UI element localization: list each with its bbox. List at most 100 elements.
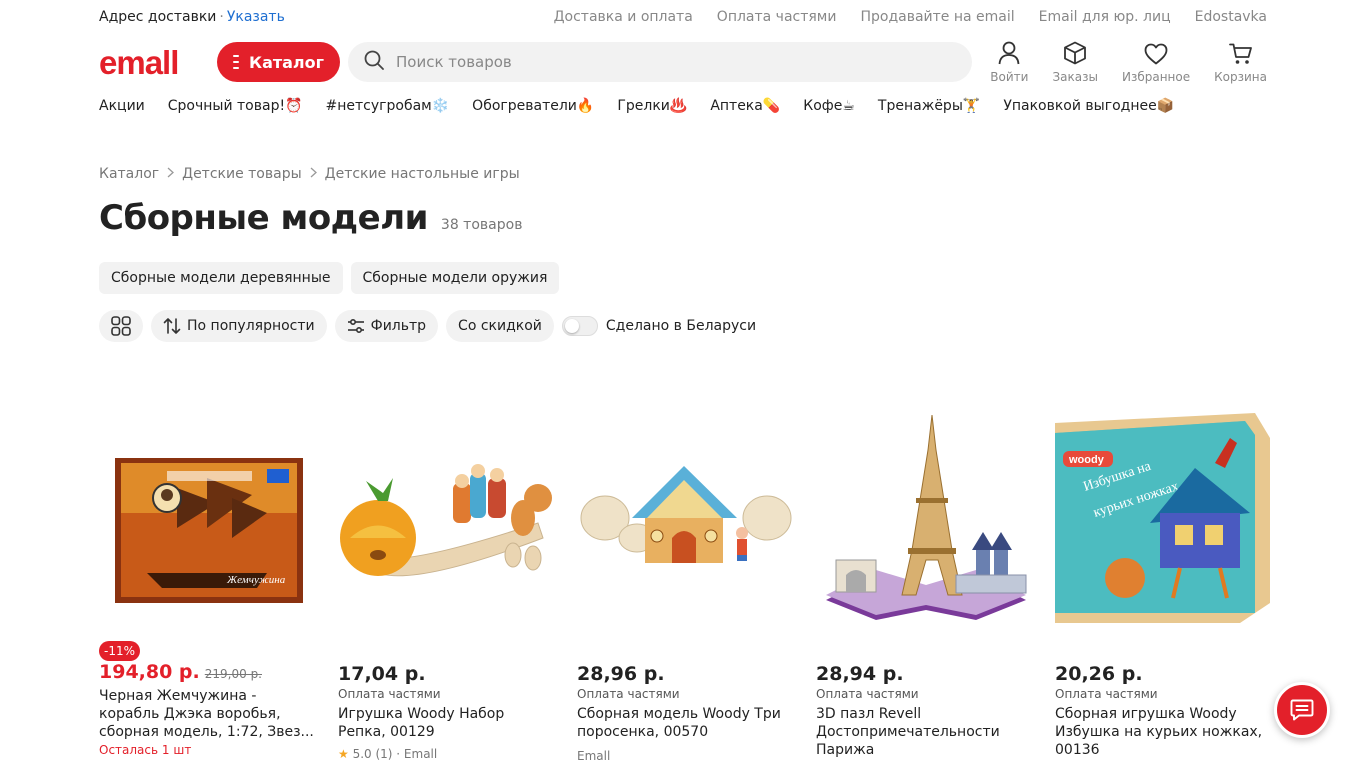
product-card[interactable]: 28,94 р. Оплата частями 3D пазл Revell Д… — [816, 410, 1031, 763]
favorites-label: Избранное — [1121, 69, 1191, 84]
product-image[interactable] — [338, 410, 553, 625]
price-row: 28,94 р. — [816, 663, 1031, 685]
sort-button[interactable]: По популярности — [151, 310, 327, 342]
breadcrumb-board-games[interactable]: Детские настольные игры — [325, 166, 520, 182]
price-row: 17,04 р. — [338, 663, 553, 685]
login-button[interactable]: Войти — [990, 41, 1028, 84]
product-price: 28,94 р. — [816, 663, 904, 685]
product-price: 20,26 р. — [1055, 663, 1143, 685]
belarus-toggle-label: Сделано в Беларуси — [605, 318, 757, 334]
cart-label: Корзина — [1214, 69, 1267, 84]
promo-item-coffee[interactable]: Кофе☕ — [803, 98, 855, 114]
installment-label: Оплата частями — [816, 687, 919, 701]
chevron-right-icon — [167, 167, 175, 181]
product-image[interactable] — [816, 410, 1031, 625]
heart-icon — [1144, 43, 1168, 64]
product-rating: ★ 5.0 (1) · Emall — [338, 747, 553, 761]
chip-wooden-models[interactable]: Сборные модели деревянные — [99, 262, 343, 294]
emall-logo[interactable]: emall — [99, 47, 193, 77]
breadcrumb-kids[interactable]: Детские товары — [182, 166, 302, 182]
delivery-address: Адрес доставки · Указать — [99, 9, 285, 25]
price-row: 28,96 р. — [577, 663, 792, 685]
product-price: 28,96 р. — [577, 663, 665, 685]
breadcrumb-catalog[interactable]: Каталог — [99, 166, 159, 182]
filter-button[interactable]: Фильтр — [334, 310, 439, 342]
promo-item-sales[interactable]: Акции — [99, 98, 145, 114]
catalog-label: Каталог — [248, 52, 324, 72]
rating-text: 5.0 (1) · Emall — [352, 747, 438, 761]
product-name[interactable]: Игрушка Woody Набор Репка, 00129 — [338, 705, 553, 741]
chat-button[interactable] — [1274, 682, 1330, 738]
three-piglets-house-image — [580, 465, 792, 563]
product-price: 194,80 р. — [99, 661, 200, 683]
product-card[interactable]: woody Избушка на курьих ножках 20,26 р. … — [1055, 410, 1270, 763]
chat-icon — [1290, 699, 1314, 721]
seller-label: Emall — [577, 749, 611, 763]
discount-filter-button[interactable]: Со скидкой — [446, 310, 554, 342]
ship-model-box-image: Жемчужина — [114, 457, 303, 603]
price-row: 194,80 р. 219,00 р. — [99, 661, 314, 683]
product-image[interactable]: woody Избушка на курьих ножках — [1055, 410, 1270, 625]
grid-view-button[interactable] — [99, 310, 143, 342]
promo-item-pharmacy[interactable]: Аптека💊 — [710, 98, 780, 114]
top-link-business[interactable]: Email для юр. лиц — [1039, 9, 1171, 25]
paris-3d-puzzle-image — [826, 414, 1027, 620]
chevron-right-icon — [310, 167, 317, 181]
product-image[interactable] — [577, 410, 792, 625]
main-header: emall Каталог Войти Заказы Избранное Кор… — [99, 41, 1267, 84]
delivery-address-label: Адрес доставки — [99, 9, 217, 25]
search-input[interactable] — [396, 53, 956, 71]
product-name[interactable]: Сборная игрушка Woody Избушка на курьих … — [1055, 705, 1270, 759]
svg-text:emall: emall — [99, 47, 178, 77]
promo-item-bulk[interactable]: Упаковкой выгоднее📦 — [1003, 98, 1174, 114]
star-icon: ★ — [338, 747, 349, 761]
top-link-delivery[interactable]: Доставка и оплата — [554, 9, 693, 25]
promo-item-heaters[interactable]: Обогреватели🔥 — [472, 98, 594, 114]
search-icon — [364, 50, 384, 74]
installment-label: Оплата частями — [577, 687, 680, 701]
hut-on-chicken-legs-box-image: woody Избушка на курьих ножках — [1055, 412, 1270, 623]
breadcrumb: Каталог Детские товары Детские настольны… — [99, 166, 520, 182]
promo-nav: Акции Срочный товар!⏰ #нетсугробам❄️ Обо… — [99, 98, 1267, 114]
filter-icon — [347, 318, 364, 334]
promo-item-warmers[interactable]: Грелки♨️ — [617, 98, 687, 114]
catalog-button[interactable]: Каталог — [217, 42, 340, 82]
turnip-wooden-set-image — [340, 463, 552, 576]
emall-logo-mark: emall — [99, 47, 179, 77]
stock-left: Осталась 1 шт — [99, 743, 192, 757]
product-name[interactable]: 3D пазл Revell Достопримечательности Пар… — [816, 705, 1031, 759]
chip-weapon-models[interactable]: Сборные модели оружия — [350, 262, 560, 294]
header-actions: Войти Заказы Избранное Корзина — [990, 41, 1267, 84]
page-header: Сборные модели 38 товаров — [99, 198, 522, 238]
top-link-sell[interactable]: Продавайте на email — [860, 9, 1014, 25]
favorites-button[interactable]: Избранное — [1122, 43, 1190, 84]
product-card[interactable]: 17,04 р. Оплата частями Игрушка Woody На… — [338, 410, 553, 763]
belarus-toggle[interactable] — [561, 316, 598, 336]
cart-icon — [1228, 43, 1252, 64]
svg-text:Жемчужина: Жемчужина — [226, 574, 286, 586]
subcategory-chips: Сборные модели деревянные Сборные модели… — [99, 262, 560, 294]
promo-item-snow[interactable]: #нетсугробам❄️ — [326, 98, 450, 114]
price-row: 20,26 р. — [1055, 663, 1270, 685]
promo-item-fitness[interactable]: Тренажёры🏋️ — [878, 98, 980, 114]
product-name[interactable]: Черная Жемчужина - корабль Джэка воробья… — [99, 687, 314, 741]
installment-label: Оплата частями — [338, 687, 441, 701]
top-link-installment[interactable]: Оплата частями — [717, 9, 837, 25]
burger-icon — [233, 55, 239, 69]
sort-label: По популярности — [187, 318, 315, 334]
page-title: Сборные модели — [99, 198, 428, 238]
top-links: Доставка и оплата Оплата частями Продава… — [554, 9, 1267, 25]
top-link-edostavka[interactable]: Edostavka — [1195, 9, 1267, 25]
product-name[interactable]: Сборная модель Woody Три поросенка, 0057… — [577, 705, 792, 741]
promo-item-urgent[interactable]: Срочный товар!⏰ — [168, 98, 303, 114]
grid-icon — [111, 316, 131, 336]
cart-button[interactable]: Корзина — [1214, 43, 1267, 84]
old-price: 219,00 р. — [204, 667, 262, 681]
address-separator: · — [219, 9, 224, 25]
product-card[interactable]: 28,96 р. Оплата частями Сборная модель W… — [577, 410, 792, 763]
product-image[interactable]: Жемчужина — [99, 410, 314, 625]
product-card[interactable]: Жемчужина -11% 194,80 р. 219,00 р. Черна… — [99, 410, 314, 763]
search-bar[interactable] — [348, 42, 972, 82]
orders-button[interactable]: Заказы — [1052, 41, 1098, 84]
set-address-link[interactable]: Указать — [227, 9, 285, 25]
